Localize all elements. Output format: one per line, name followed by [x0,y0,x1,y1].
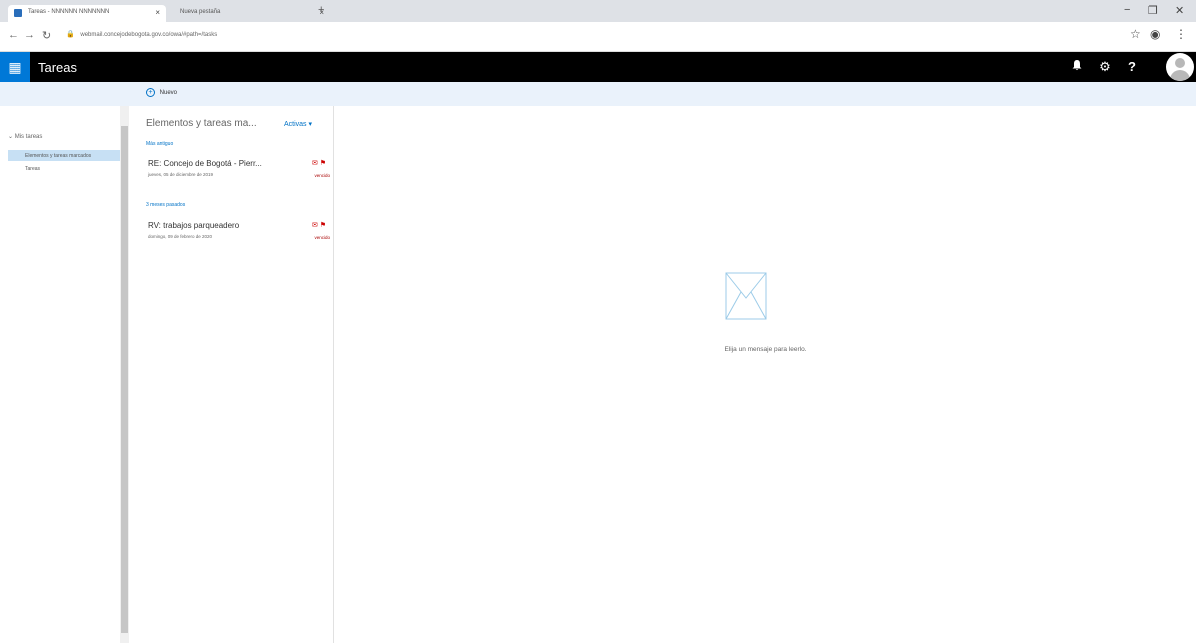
flag-icon[interactable]: ✉ ⚑ [312,159,326,167]
browser-tab-title-2: Nueva pestaña [180,9,221,15]
list-item[interactable]: RE: Concejo de Bogotá - Pierr... ✉ ⚑ jue… [146,159,332,193]
empty-reading-pane-text: Elija un mensaje para leerlo. [724,346,807,353]
task-list: Elementos y tareas ma... Activas ▾ Más a… [138,106,334,643]
browser-menu-icon[interactable]: ⋮ [1175,27,1187,41]
nav-item-flagged[interactable]: Elementos y tareas marcados [8,150,120,161]
item-subject: RV: trabajos parqueadero [148,221,240,230]
profile-icon[interactable]: ◉ [1150,27,1160,41]
help-icon[interactable]: ? [1121,59,1143,74]
browser-tab-active[interactable]: Tareas - NNNNNN NNNNNNN × [8,5,166,22]
item-subject: RE: Concejo de Bogotá - Pierr... [148,159,262,168]
list-item[interactable]: RV: trabajos parqueadero ✉ ⚑ domingo, 09… [146,221,332,255]
command-bar: + Nuevo [0,82,1196,106]
app-launcher-icon[interactable]: ▦ [0,52,30,82]
nav-item-tasks[interactable]: Tareas [8,163,120,174]
bell-icon[interactable] [1066,59,1088,74]
forward-arrow-icon[interactable]: → [24,29,35,41]
item-date: domingo, 09 de febrero de 2020 [148,234,213,239]
new-task-button[interactable]: + Nuevo [146,88,177,97]
outlook-favicon-icon [14,9,22,17]
nav-item-label: Elementos y tareas marcados [25,153,92,159]
suite-bar: ▦ Tareas ⚙ ? [0,52,1196,82]
address-bar[interactable]: 🔒 webmail.concejodebogota.gov.co/owa/#pa… [66,30,217,38]
close-window-button[interactable]: ✕ [1175,4,1184,17]
url-text: webmail.concejodebogota.gov.co/owa/#path… [80,32,218,38]
minimize-button[interactable]: − [1124,4,1130,16]
avatar[interactable] [1166,53,1194,81]
my-tasks-label: Mis tareas [14,134,43,140]
browser-tabstrip: Tareas - NNNNNN NNNNNNN × Nueva pestaña … [0,0,1196,22]
browser-tab-inactive[interactable]: Nueva pestaña × [160,5,330,22]
star-icon[interactable]: ☆ [1130,27,1141,41]
avatar-body-shape [1170,70,1190,81]
folder-pane: ⌄ Mis tareas Elementos y tareas marcados… [0,106,120,643]
group-header: Más antiguo [146,141,174,147]
due-status: vencido [314,235,330,240]
plus-icon: + [146,88,155,97]
gear-icon[interactable]: ⚙ [1094,59,1116,75]
back-arrow-icon[interactable]: ← [8,29,19,41]
lock-icon: 🔒 [66,31,75,38]
my-tasks-header[interactable]: ⌄ Mis tareas [8,133,42,140]
maximize-button[interactable]: ❐ [1148,4,1158,17]
new-tab-button[interactable]: + [318,4,324,16]
collapse-icon[interactable]: ⌄ [8,134,15,140]
envelope-icon [725,272,767,320]
task-list-title: Elementos y tareas ma... [146,118,257,129]
browser-address-row: ← → ↻ 🔒 webmail.concejodebogota.gov.co/o… [0,22,1196,52]
reading-pane: Elija un mensaje para leerlo. [335,106,1196,643]
app-title: Tareas [38,60,78,75]
due-status: vencido [314,173,330,178]
scroll-thumb[interactable] [121,126,128,633]
browser-tab-title: Tareas - NNNNNN NNNNNNN [28,9,110,15]
nav-item-label: Tareas [25,166,41,172]
flag-icon[interactable]: ✉ ⚑ [312,221,326,229]
group-header: 3 meses pasados [146,202,186,208]
item-date: jueves, 05 de diciembre de 2019 [148,172,214,177]
new-task-label: Nuevo [159,90,178,96]
filter-dropdown[interactable]: Activas ▾ [284,120,312,128]
reload-icon[interactable]: ↻ [42,29,51,42]
folder-pane-scrollbar[interactable] [120,106,129,643]
avatar-head-shape [1175,58,1185,68]
